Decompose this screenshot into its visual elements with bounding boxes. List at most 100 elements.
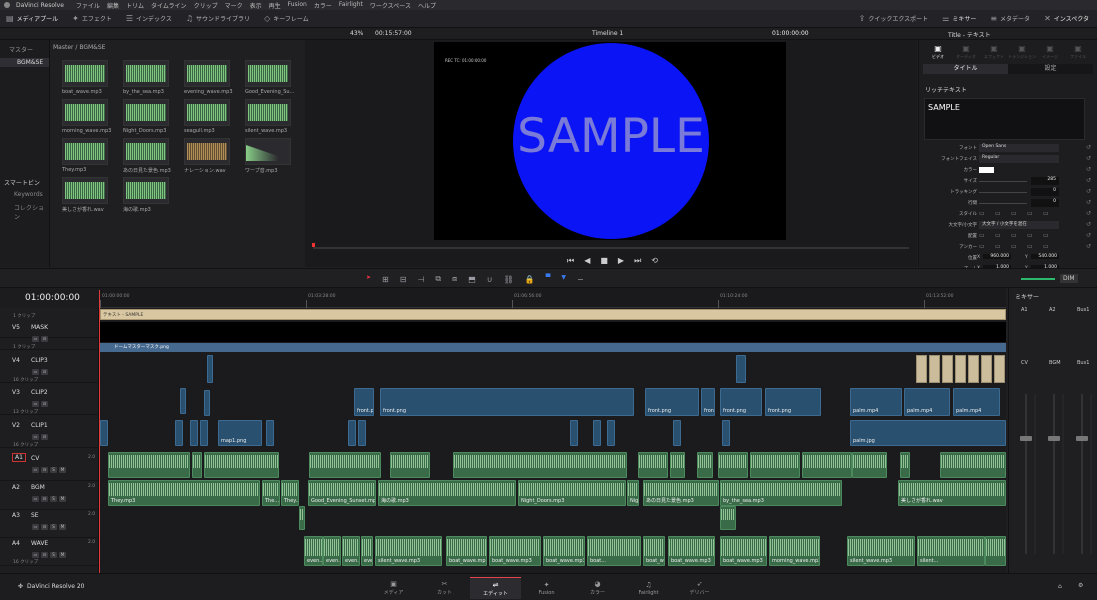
mask-png-clip[interactable]: ドームマスターマスク.png bbox=[100, 343, 1006, 352]
menu-item[interactable]: クリップ bbox=[194, 1, 218, 10]
mixer-fader-knob[interactable] bbox=[1020, 436, 1032, 441]
v4-thumb-clip[interactable] bbox=[916, 355, 927, 383]
video-clip[interactable] bbox=[736, 355, 746, 383]
cv-audio-clip[interactable] bbox=[718, 452, 748, 478]
snapping-icon[interactable]: ∪ bbox=[487, 274, 493, 284]
video-clip[interactable] bbox=[190, 420, 198, 446]
mixer-button[interactable]: ⚌ ミキサー bbox=[942, 14, 976, 23]
track-toggle-icon[interactable]: ⊟ bbox=[41, 524, 48, 530]
inspector-tab[interactable]: ▣ エフェクト bbox=[983, 44, 1005, 64]
wave-audio-clip[interactable]: silent_wave.mp3 bbox=[375, 536, 442, 566]
page-tab[interactable]: ⇌ エディット bbox=[470, 577, 521, 599]
style-option-icon[interactable]: ▭ bbox=[1043, 210, 1049, 217]
home-icon[interactable]: ⌂ bbox=[1058, 583, 1062, 590]
track-id[interactable]: A1 bbox=[12, 453, 26, 462]
media-clip-thumbnail[interactable] bbox=[245, 60, 291, 87]
video-clip[interactable] bbox=[348, 420, 356, 446]
sound-library-button[interactable]: ♫ サウンドライブラリ bbox=[186, 14, 250, 23]
cv-audio-clip[interactable] bbox=[940, 452, 1006, 478]
bgm-audio-clip[interactable]: The... bbox=[262, 480, 280, 506]
go-to-start-icon[interactable]: ⏮ bbox=[567, 256, 574, 266]
inspector-tab[interactable]: ▣ ビデオ bbox=[927, 44, 949, 64]
track-id[interactable]: V4 bbox=[12, 357, 20, 364]
row-dropdown[interactable]: Open Sans bbox=[979, 144, 1059, 152]
track-id[interactable]: V3 bbox=[12, 389, 20, 396]
flag-icon[interactable]: ▀ bbox=[546, 274, 551, 284]
track-name[interactable]: CLIP2 bbox=[31, 389, 48, 396]
se-audio-clip[interactable] bbox=[299, 506, 305, 530]
collections-item[interactable]: コレクション bbox=[14, 203, 49, 221]
reset-icon[interactable]: ↺ bbox=[1086, 166, 1091, 173]
menu-item[interactable]: 表示 bbox=[250, 1, 262, 10]
track-solo-mute[interactable]: S bbox=[50, 552, 57, 558]
pos-y-field[interactable]: 540.000 bbox=[1031, 254, 1059, 259]
mixer-fader-knob[interactable] bbox=[1048, 436, 1060, 441]
wave-audio-clip[interactable]: boat_wave.mp3 bbox=[643, 536, 665, 566]
subtab-settings[interactable]: 設定 bbox=[1008, 64, 1093, 74]
cv-audio-clip[interactable] bbox=[390, 452, 430, 478]
v4-thumb-clip[interactable] bbox=[968, 355, 979, 383]
menu-item[interactable]: 編集 bbox=[107, 1, 119, 10]
menu-item[interactable]: Fusion bbox=[288, 1, 307, 10]
row-dropdown[interactable]: 大文字 / 小文字を混在 bbox=[979, 221, 1059, 229]
dynamic-trim-icon[interactable]: ⊟ bbox=[400, 274, 407, 284]
media-clip-thumbnail[interactable] bbox=[184, 99, 230, 126]
zoom-out-icon[interactable]: − bbox=[577, 274, 584, 284]
track-toggle-icon[interactable]: ⊟ bbox=[41, 401, 48, 407]
track-toggle-icon[interactable]: ▭ bbox=[32, 336, 39, 342]
settings-icon[interactable]: ⚙ bbox=[1078, 582, 1083, 589]
play-icon[interactable]: ▶ bbox=[618, 256, 624, 266]
inspector-tab[interactable]: ▣ イメージ bbox=[1039, 44, 1061, 64]
wave-audio-clip[interactable]: silent_wave.mp3 bbox=[847, 536, 915, 566]
index-button[interactable]: ☰ インデックス bbox=[126, 14, 172, 23]
video-clip[interactable] bbox=[593, 420, 601, 446]
wave-audio-clip[interactable]: boat_wave.mp3 bbox=[543, 536, 585, 566]
page-tab[interactable]: ▣ メディア bbox=[368, 577, 419, 599]
wave-audio-clip[interactable]: morning_wave.mp3 bbox=[769, 536, 820, 566]
mixer-fader-knob[interactable] bbox=[1076, 436, 1088, 441]
style-option-icon[interactable]: ▭ bbox=[1011, 243, 1017, 250]
inspector-tab[interactable]: ▣ オーディオ bbox=[955, 44, 977, 64]
video-clip[interactable] bbox=[100, 420, 108, 446]
track-toggle-icon[interactable]: ⊟ bbox=[41, 336, 48, 342]
reset-icon[interactable]: ↺ bbox=[1086, 243, 1091, 250]
v4-thumb-clip[interactable] bbox=[981, 355, 992, 383]
row-slider[interactable] bbox=[979, 192, 1027, 193]
video-clip[interactable]: palm.mp4 bbox=[904, 388, 950, 416]
style-option-icon[interactable]: ▭ bbox=[979, 232, 985, 239]
track-name[interactable]: CV bbox=[31, 455, 39, 462]
row-value[interactable]: 0 bbox=[1031, 199, 1059, 207]
cv-audio-clip[interactable] bbox=[192, 452, 202, 478]
inspector-tab[interactable]: ▣ トランジション bbox=[1008, 44, 1036, 64]
pos-x-field[interactable]: 960.000 bbox=[983, 254, 1011, 259]
track-name[interactable]: MASK bbox=[31, 324, 48, 331]
inspector-button[interactable]: ✕ インスペクタ bbox=[1044, 14, 1089, 23]
overwrite-clip-icon[interactable]: ⧈ bbox=[452, 274, 457, 284]
media-clip-thumbnail[interactable] bbox=[123, 60, 169, 87]
row-slider[interactable] bbox=[979, 181, 1027, 182]
menu-item[interactable]: マーク bbox=[225, 1, 243, 10]
text-input[interactable]: SAMPLE bbox=[924, 98, 1085, 140]
video-clip[interactable]: palm.mp4 bbox=[850, 388, 902, 416]
style-option-icon[interactable]: ▭ bbox=[1011, 210, 1017, 217]
wave-audio-clip[interactable]: even... bbox=[361, 536, 373, 566]
track-name[interactable]: CLIP3 bbox=[31, 357, 48, 364]
lock-icon[interactable]: 🔒 bbox=[525, 274, 535, 284]
bgm-audio-clip[interactable]: あの日見た景色.mp3 bbox=[643, 480, 719, 506]
track-solo-mute[interactable]: M bbox=[59, 467, 66, 473]
video-clip[interactable]: front.png bbox=[380, 388, 634, 416]
timeline-ruler[interactable]: 01:00:00:00 01:03:28:00 01:06:56:00 01:10:2… bbox=[100, 288, 1006, 308]
v4-thumb-clip[interactable] bbox=[994, 355, 1005, 383]
style-option-icon[interactable]: ▭ bbox=[1027, 243, 1033, 250]
track-id[interactable]: A2 bbox=[12, 484, 20, 491]
video-clip[interactable] bbox=[570, 420, 578, 446]
v4-thumb-clip[interactable] bbox=[942, 355, 953, 383]
video-clip[interactable] bbox=[200, 420, 208, 446]
viewer-scrubber[interactable] bbox=[313, 247, 909, 249]
cv-audio-clip[interactable] bbox=[670, 452, 685, 478]
bin-item-bgm-se[interactable]: BGM&SE bbox=[0, 58, 49, 67]
menu-item[interactable]: 再生 bbox=[269, 1, 281, 10]
media-clip-thumbnail[interactable] bbox=[62, 99, 108, 126]
selection-tool-icon[interactable]: ➤ bbox=[366, 274, 371, 284]
style-option-icon[interactable]: ▭ bbox=[979, 210, 985, 217]
